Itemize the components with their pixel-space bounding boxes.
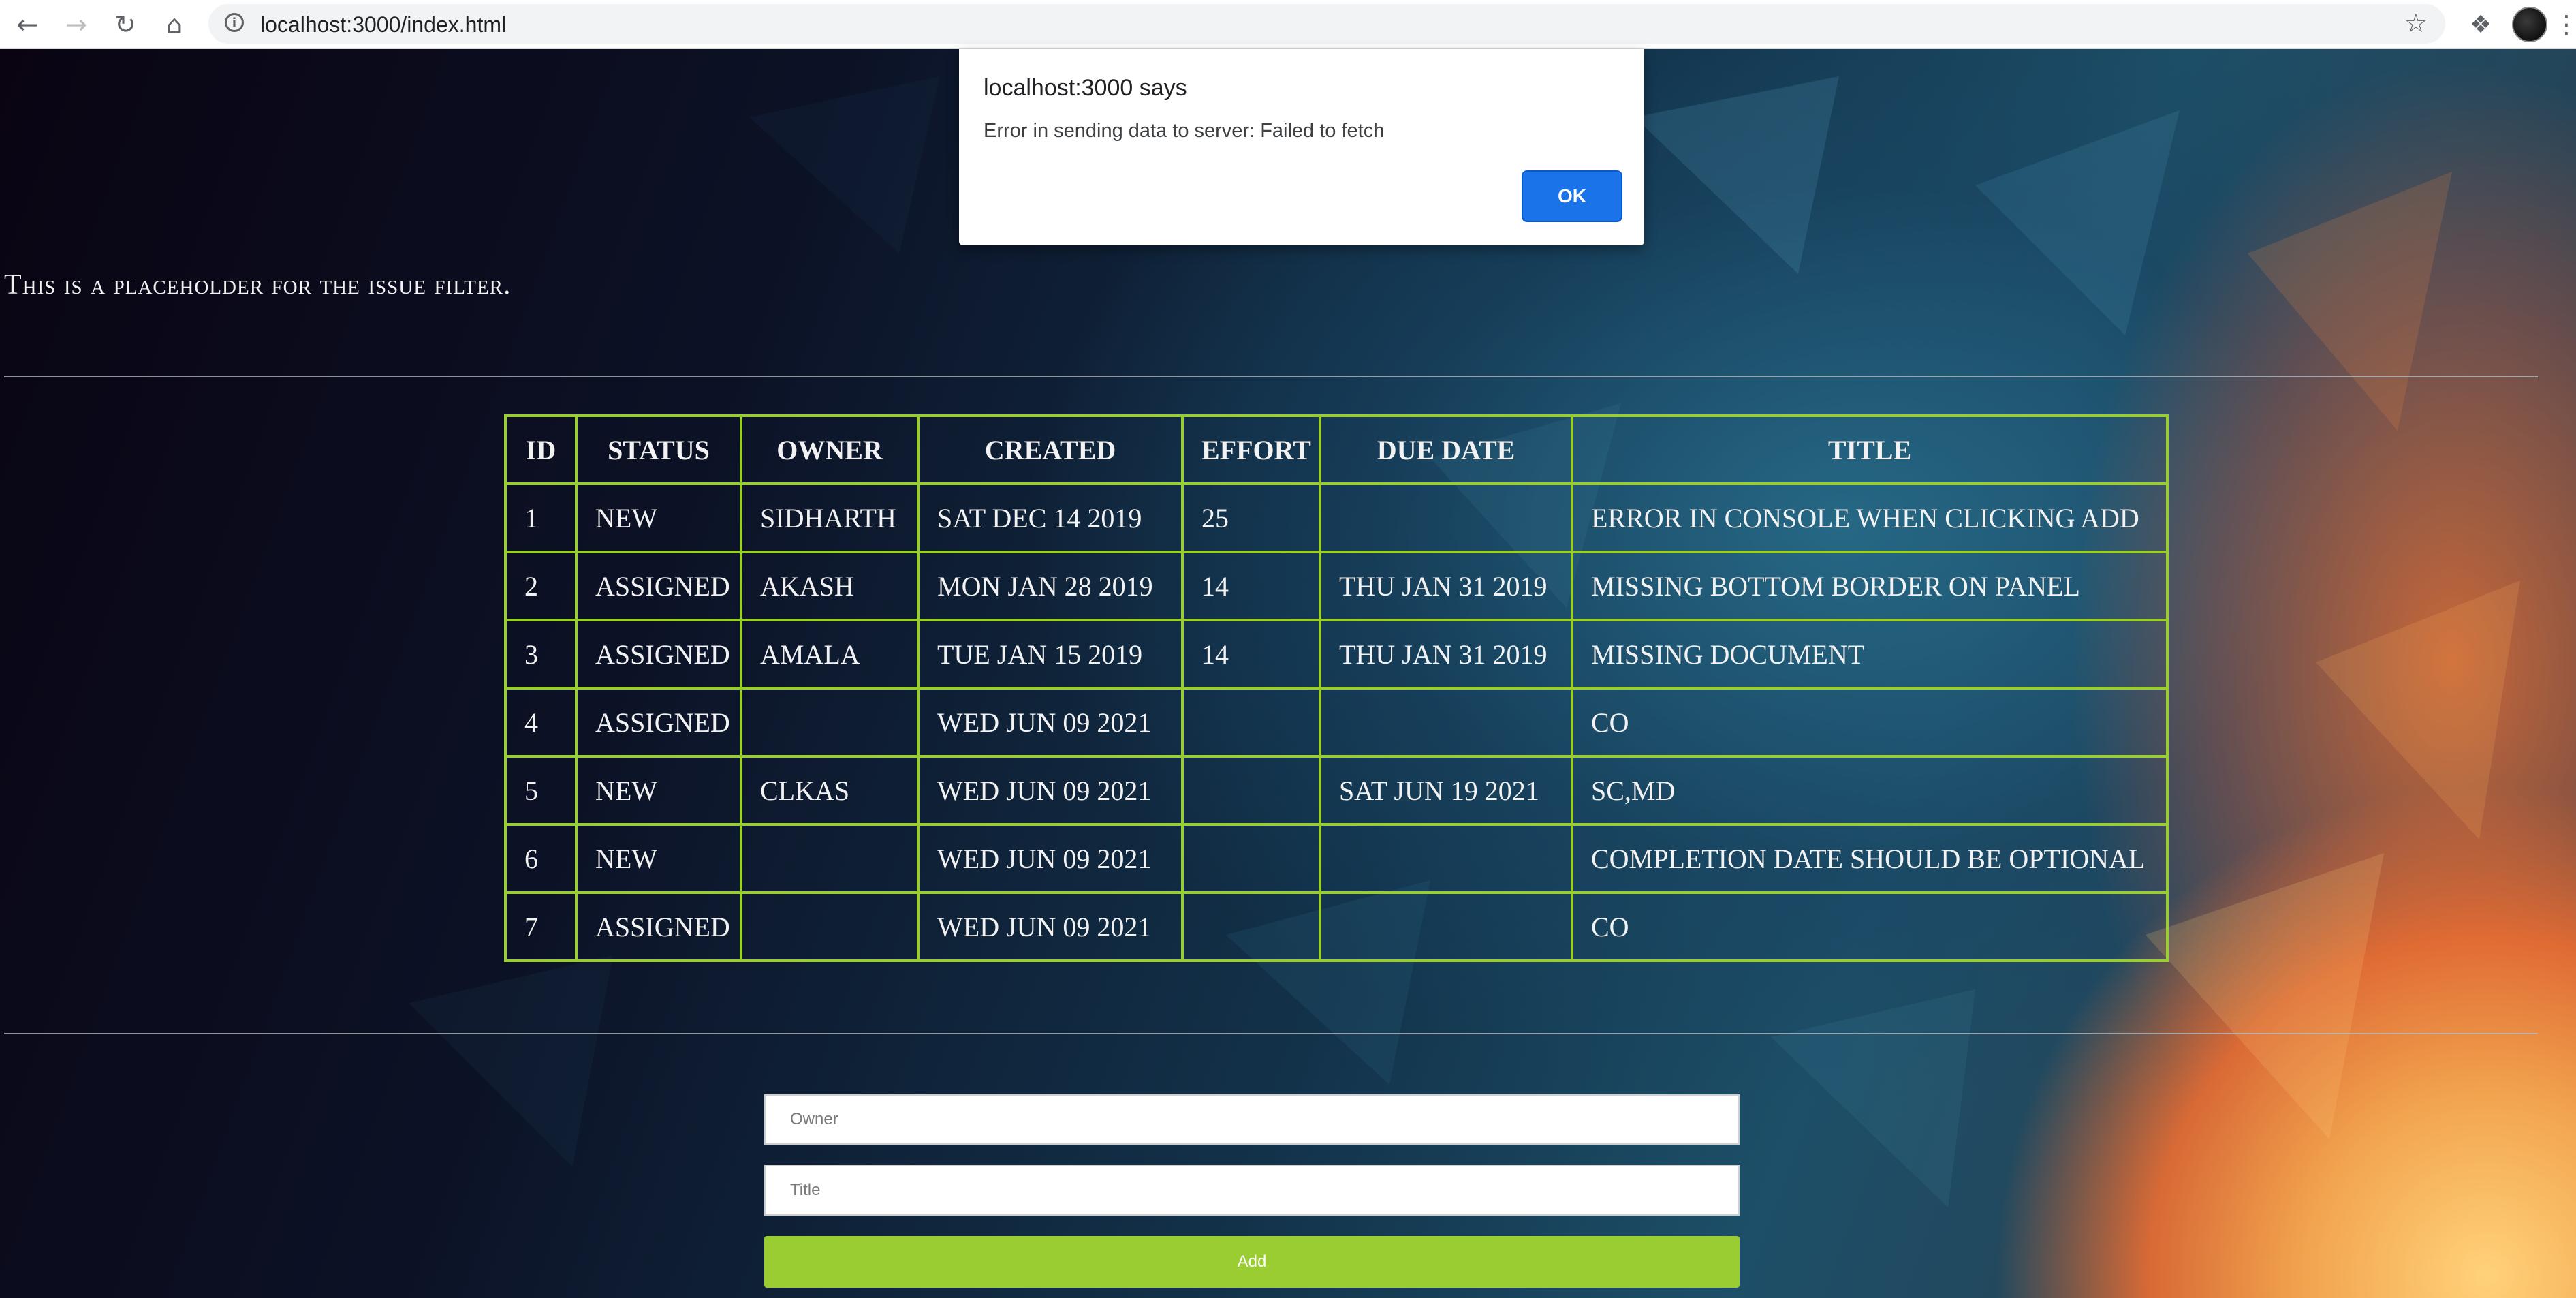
cell-effort: 14 (1181, 551, 1321, 621)
address-bar[interactable]: i localhost:3000/index.html ☆ (208, 4, 2445, 44)
home-icon[interactable]: ⌂ (157, 7, 192, 42)
bookmark-star-icon[interactable]: ☆ (2404, 8, 2428, 38)
divider-top (4, 376, 2538, 377)
cell-owner (740, 687, 920, 758)
cell-created: Tue Jan 15 2019 (917, 619, 1184, 690)
column-header-owner: Owner (740, 414, 920, 485)
cell-due-date: Thu Jan 31 2019 (1319, 619, 1573, 690)
column-header-title: Title (1571, 414, 2169, 485)
cell-effort (1181, 823, 1321, 894)
cell-owner (740, 823, 920, 894)
cell-created: Wed Jun 09 2021 (917, 891, 1184, 962)
cell-title: completion date should be optional (1571, 823, 2169, 894)
cell-status: New (575, 755, 742, 826)
cell-title: Missing Document (1571, 619, 2169, 690)
alert-dialog: localhost:3000 says Error in sending dat… (959, 49, 1644, 245)
cell-due-date: Sat Jun 19 2021 (1319, 755, 1573, 826)
issue-filter-placeholder: This is a placeholder for the issue filt… (4, 269, 512, 300)
cell-id: 1 (504, 482, 578, 553)
issue-table: Id Status Owner Created Effort Due Date … (504, 414, 2169, 962)
cell-id: 4 (504, 687, 578, 758)
cell-effort (1181, 891, 1321, 962)
table-row: 6 New Wed Jun 09 2021 completion date sh… (504, 823, 2169, 894)
dialog-ok-button[interactable]: OK (1522, 170, 1622, 222)
reload-icon[interactable]: ↻ (108, 7, 143, 42)
cell-status: Assigned (575, 619, 742, 690)
table-row: 4 Assigned Wed Jun 09 2021 co (504, 687, 2169, 758)
cell-title: co (1571, 687, 2169, 758)
table-row: 5 New clkas Wed Jun 09 2021 Sat Jun 19 2… (504, 755, 2169, 826)
table-row: 7 Assigned Wed Jun 09 2021 co (504, 891, 2169, 962)
cell-created: Sat Dec 14 2019 (917, 482, 1184, 553)
cell-created: Mon Jan 28 2019 (917, 551, 1184, 621)
cell-created: Wed Jun 09 2021 (917, 755, 1184, 826)
table-row: 3 Assigned Amala Tue Jan 15 2019 14 Thu … (504, 619, 2169, 690)
cell-due-date (1319, 823, 1573, 894)
cell-created: Wed Jun 09 2021 (917, 823, 1184, 894)
cell-owner: Akash (740, 551, 920, 621)
cell-owner: Sidharth (740, 482, 920, 553)
column-header-due-date: Due Date (1319, 414, 1573, 485)
column-header-id: Id (504, 414, 578, 485)
add-button[interactable]: Add (764, 1236, 1740, 1288)
cell-status: Assigned (575, 891, 742, 962)
cell-effort: 14 (1181, 619, 1321, 690)
cell-id: 7 (504, 891, 578, 962)
cell-created: Wed Jun 09 2021 (917, 687, 1184, 758)
cell-id: 6 (504, 823, 578, 894)
divider-bottom (4, 1033, 2538, 1034)
table-header-row: Id Status Owner Created Effort Due Date … (504, 414, 2169, 485)
cell-due-date (1319, 482, 1573, 553)
cell-title: sc,md (1571, 755, 2169, 826)
back-icon[interactable]: ← (10, 7, 45, 42)
cell-effort (1181, 687, 1321, 758)
column-header-effort: Effort (1181, 414, 1321, 485)
cell-status: Assigned (575, 551, 742, 621)
cell-owner: clkas (740, 755, 920, 826)
cell-status: Assigned (575, 687, 742, 758)
forward-icon[interactable]: → (59, 7, 94, 42)
owner-input[interactable] (764, 1094, 1740, 1145)
cell-title: Missing bottom border on panel (1571, 551, 2169, 621)
cell-status: New (575, 823, 742, 894)
cell-id: 3 (504, 619, 578, 690)
table-row: 1 New Sidharth Sat Dec 14 2019 25 Error … (504, 482, 2169, 553)
column-header-status: Status (575, 414, 742, 485)
cell-due-date: Thu Jan 31 2019 (1319, 551, 1573, 621)
more-vert-icon[interactable]: ⋮ (2554, 10, 2576, 41)
cell-id: 2 (504, 551, 578, 621)
extensions-puzzle-icon[interactable]: ❖ (2463, 7, 2498, 42)
cell-owner: Amala (740, 619, 920, 690)
cell-due-date (1319, 891, 1573, 962)
cell-title: co (1571, 891, 2169, 962)
cell-effort: 25 (1181, 482, 1321, 553)
cell-owner (740, 891, 920, 962)
profile-avatar[interactable] (2512, 7, 2547, 42)
cell-title: Error in console when clicking Add (1571, 482, 2169, 553)
site-info-icon[interactable]: i (225, 13, 244, 32)
title-input[interactable] (764, 1165, 1740, 1216)
browser-toolbar: ← → ↻ ⌂ i localhost:3000/index.html ☆ ❖ … (0, 0, 2576, 49)
dialog-origin-title: localhost:3000 says (984, 75, 1187, 101)
table-row: 2 Assigned Akash Mon Jan 28 2019 14 Thu … (504, 551, 2169, 621)
column-header-created: Created (917, 414, 1184, 485)
dialog-message: Error in sending data to server: Failed … (984, 120, 1385, 142)
cell-effort (1181, 755, 1321, 826)
cell-due-date (1319, 687, 1573, 758)
url-text[interactable]: localhost:3000/index.html (260, 12, 506, 37)
cell-id: 5 (504, 755, 578, 826)
cell-status: New (575, 482, 742, 553)
